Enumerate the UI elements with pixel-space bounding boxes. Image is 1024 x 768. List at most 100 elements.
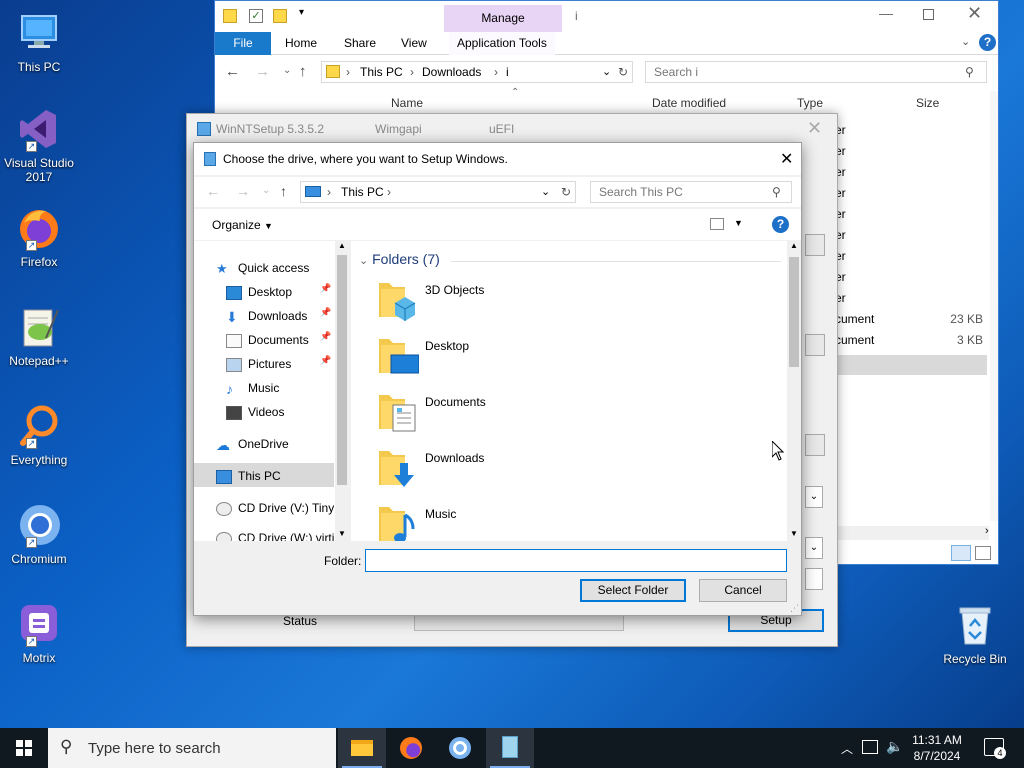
nav-cd-drive-2[interactable]: CD Drive (W:) virti: [216, 527, 334, 541]
nav-onedrive[interactable]: ☁ OneDrive: [216, 433, 349, 455]
clock-date[interactable]: 8/7/2024: [912, 749, 962, 763]
column-size[interactable]: Size: [916, 96, 939, 110]
desktop-icon-notepadpp[interactable]: Notepad++: [2, 304, 76, 368]
network-icon[interactable]: [862, 740, 878, 754]
large-icons-view-icon[interactable]: [975, 546, 991, 560]
desktop-icon-motrix[interactable]: ↗ Motrix: [2, 601, 76, 665]
nav-scrollbar[interactable]: ▲ ▼: [335, 241, 349, 541]
address-dropdown-icon[interactable]: ⌄: [541, 182, 550, 202]
content-scrollbar[interactable]: ▲ ▼: [787, 241, 801, 541]
file-row[interactable]: er: [835, 142, 985, 162]
side-control[interactable]: [805, 434, 825, 456]
folders-group-header[interactable]: ⌄ Folders (7): [359, 251, 440, 267]
tab-application-tools[interactable]: Application Tools: [449, 32, 555, 55]
file-row[interactable]: er: [835, 268, 985, 288]
maximize-button[interactable]: [923, 9, 934, 20]
show-hidden-icons[interactable]: ︿: [841, 740, 853, 757]
qat-dropdown-icon[interactable]: ▾: [299, 7, 304, 18]
recent-dropdown-icon[interactable]: ⌄: [262, 185, 270, 196]
desktop-icon-recycle-bin[interactable]: Recycle Bin: [938, 602, 1012, 666]
file-row[interactable]: er: [835, 184, 985, 204]
tab-view[interactable]: View: [393, 32, 435, 55]
content-scrollbar-thumb[interactable]: [789, 257, 799, 367]
scroll-up-icon[interactable]: ▲: [790, 241, 798, 250]
view-dropdown-icon[interactable]: ▼: [734, 218, 743, 228]
nav-music[interactable]: ♪ Music: [226, 377, 349, 399]
back-arrow-icon[interactable]: ←: [225, 63, 240, 80]
resize-grip-icon[interactable]: ⋰: [790, 603, 799, 614]
breadcrumb-downloads[interactable]: Downloads: [422, 62, 481, 82]
dialog-titlebar[interactable]: Choose the drive, where you want to Setu…: [194, 143, 801, 175]
address-dropdown-icon[interactable]: ⌄: [602, 62, 611, 82]
desktop-icon-chromium[interactable]: ↗ Chromium: [2, 502, 76, 566]
refresh-icon[interactable]: ↻: [561, 182, 571, 202]
pin-icon[interactable]: 📌: [320, 355, 331, 366]
file-row[interactable]: er: [835, 163, 985, 183]
back-arrow-icon[interactable]: ←: [206, 183, 220, 199]
folder-input[interactable]: [365, 549, 787, 572]
taskbar-winntsetup[interactable]: [486, 728, 534, 768]
taskbar-file-explorer[interactable]: [338, 728, 386, 768]
file-row[interactable]: cument 3 KB: [835, 331, 985, 351]
nav-this-pc[interactable]: This PC: [216, 465, 349, 487]
help-icon[interactable]: ?: [772, 216, 789, 233]
windows-start-icon[interactable]: [16, 740, 32, 756]
pin-icon[interactable]: 📌: [320, 331, 331, 342]
desktop-icon-visual-studio[interactable]: ↗ Visual Studio 2017: [2, 106, 76, 184]
side-button[interactable]: [805, 568, 823, 590]
side-control[interactable]: [805, 234, 825, 256]
close-button[interactable]: ✕: [780, 149, 793, 169]
breadcrumb-i[interactable]: i: [506, 62, 509, 82]
dropdown-button[interactable]: ⌄: [805, 486, 823, 508]
taskbar-chromium[interactable]: [436, 728, 484, 768]
close-button[interactable]: ✕: [807, 118, 822, 139]
scroll-right-icon[interactable]: ›: [985, 525, 989, 537]
nav-scrollbar-thumb[interactable]: [337, 255, 347, 485]
properties-icon[interactable]: ✓: [249, 9, 263, 23]
nav-quick-access[interactable]: ★ Quick access: [216, 257, 349, 279]
file-row[interactable]: er: [835, 226, 985, 246]
forward-arrow-icon[interactable]: →: [236, 183, 250, 199]
tab-home[interactable]: Home: [277, 32, 325, 55]
winntsetup-titlebar[interactable]: WinNTSetup 5.3.5.2 Wimgapi uEFI ✕: [187, 114, 837, 144]
vertical-scrollbar[interactable]: [990, 91, 998, 521]
desktop-icon-everything[interactable]: ↗ Everything: [2, 403, 76, 467]
dialog-search-input[interactable]: Search This PC: [590, 181, 792, 203]
forward-arrow-icon[interactable]: →: [255, 63, 270, 80]
desktop-icon-this-pc[interactable]: This PC: [2, 10, 76, 74]
up-arrow-icon[interactable]: ↑: [280, 183, 287, 199]
scroll-up-icon[interactable]: ▲: [338, 241, 346, 250]
breadcrumb-this-pc[interactable]: This PC: [341, 182, 384, 202]
nav-cd-drive[interactable]: CD Drive (V:) Tiny: [216, 497, 334, 519]
cancel-button[interactable]: Cancel: [699, 579, 787, 602]
dialog-address-bar[interactable]: › This PC › ⌄ ↻: [300, 181, 576, 203]
close-button[interactable]: ✕: [967, 3, 982, 24]
select-folder-button[interactable]: Select Folder: [580, 579, 686, 602]
taskbar-search-box[interactable]: ⚲ Type here to search: [48, 728, 336, 768]
volume-muted-icon[interactable]: 🔈: [886, 738, 903, 755]
search-input[interactable]: Search i: [645, 61, 987, 83]
scroll-down-icon[interactable]: ▼: [338, 529, 346, 538]
recent-dropdown-icon[interactable]: ⌄: [283, 65, 291, 76]
new-folder-icon[interactable]: [273, 9, 287, 23]
up-arrow-icon[interactable]: ↑: [299, 63, 307, 80]
pin-icon[interactable]: 📌: [320, 283, 331, 294]
address-bar[interactable]: › This PC › Downloads › i ⌄ ↻: [321, 61, 633, 83]
file-row[interactable]: cument 23 KB: [835, 310, 985, 330]
nav-videos[interactable]: Videos: [226, 401, 349, 423]
manage-tab[interactable]: Manage: [444, 5, 562, 32]
dropdown-button[interactable]: ⌄: [805, 537, 823, 559]
organize-button[interactable]: Organize ▼: [212, 218, 273, 232]
side-control[interactable]: [805, 334, 825, 356]
view-options-icon[interactable]: [710, 218, 724, 230]
file-row[interactable]: er: [835, 289, 985, 309]
ribbon-expand-icon[interactable]: ⌄: [961, 35, 970, 48]
clock-time[interactable]: 11:31 AM: [912, 733, 962, 747]
details-view-icon[interactable]: [951, 545, 971, 561]
column-date-modified[interactable]: Date modified: [652, 96, 726, 110]
minimize-button[interactable]: —: [879, 5, 893, 21]
taskbar-firefox[interactable]: [386, 728, 434, 768]
desktop-icon-firefox[interactable]: ↗ Firefox: [2, 205, 76, 269]
explorer-titlebar[interactable]: ✓ ▾ Manage i — ✕: [215, 1, 998, 32]
file-row[interactable]: er: [835, 205, 985, 225]
